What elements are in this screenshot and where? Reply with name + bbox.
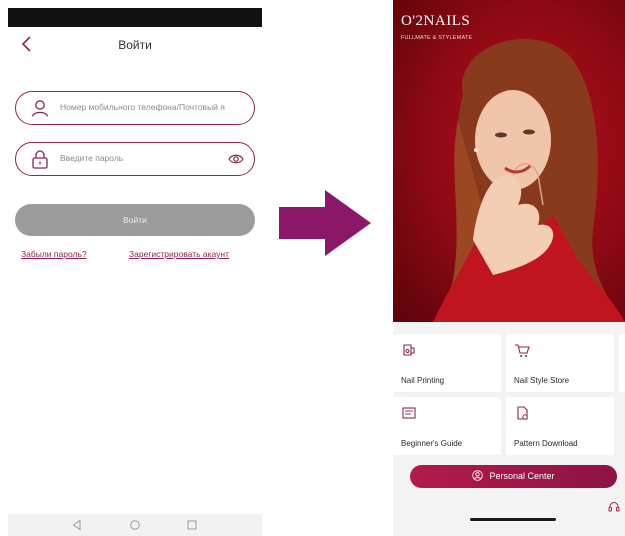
transition-arrow-icon xyxy=(279,190,371,256)
tile-label: Nail Printing xyxy=(401,376,445,385)
status-bar xyxy=(8,8,262,27)
page-title: Войти xyxy=(118,38,152,52)
app-home-screen: O'2NAILS FULLMATE & STYLEMATE Nail Print… xyxy=(393,0,625,536)
show-password-eye-icon[interactable] xyxy=(228,152,244,166)
tile-nail-style-store[interactable]: Nail Style Store xyxy=(506,334,614,392)
user-icon xyxy=(31,100,49,117)
brand-logo: O'2NAILS xyxy=(401,13,471,29)
register-account-link[interactable]: Зарегистрировать акаунт xyxy=(129,249,229,259)
login-screen: Войти Номер мобильного телефона/Почтовый… xyxy=(8,8,262,536)
nav-home-icon[interactable] xyxy=(129,519,141,531)
personal-center-label: Personal Center xyxy=(489,471,555,481)
forgot-password-link[interactable]: Забыли пароль? xyxy=(21,249,87,259)
tile-partial[interactable]: T xyxy=(619,334,625,392)
phone-email-placeholder: Номер мобильного телефона/Почтовый я xyxy=(60,102,225,112)
lock-icon xyxy=(32,150,48,169)
tile-label: Beginner's Guide xyxy=(401,439,463,448)
nail-printer-icon xyxy=(403,344,415,356)
home-indicator xyxy=(470,518,556,521)
customer-service-icon[interactable] xyxy=(607,500,621,514)
brand-tagline: FULLMATE & STYLEMATE xyxy=(401,35,473,41)
guide-icon xyxy=(402,407,416,419)
tile-label: Pattern Download xyxy=(514,439,578,448)
personal-center-button[interactable]: Personal Center xyxy=(410,465,617,488)
cart-icon xyxy=(515,344,530,357)
phone-email-field[interactable]: Номер мобильного телефона/Почтовый я xyxy=(15,91,255,125)
password-placeholder: Введите пароль xyxy=(60,153,124,163)
user-circle-icon xyxy=(472,470,484,481)
nav-recents-icon[interactable] xyxy=(186,519,198,531)
login-button[interactable]: Войти xyxy=(15,204,255,236)
password-field[interactable]: Введите пароль xyxy=(15,142,255,176)
model-photo-illustration xyxy=(433,38,625,322)
download-icon xyxy=(517,406,528,420)
nav-back-icon[interactable] xyxy=(71,519,83,531)
tile-nail-printing[interactable]: Nail Printing xyxy=(393,334,501,392)
android-navigation-bar xyxy=(8,514,262,536)
tile-beginners-guide[interactable]: Beginner's Guide xyxy=(393,397,501,455)
feature-grid: Nail Printing Nail Style Store T Beginne… xyxy=(393,330,625,456)
tile-label: Nail Style Store xyxy=(514,376,570,385)
hero-banner: O'2NAILS FULLMATE & STYLEMATE xyxy=(393,0,625,322)
tile-pattern-download[interactable]: Pattern Download xyxy=(506,397,614,455)
